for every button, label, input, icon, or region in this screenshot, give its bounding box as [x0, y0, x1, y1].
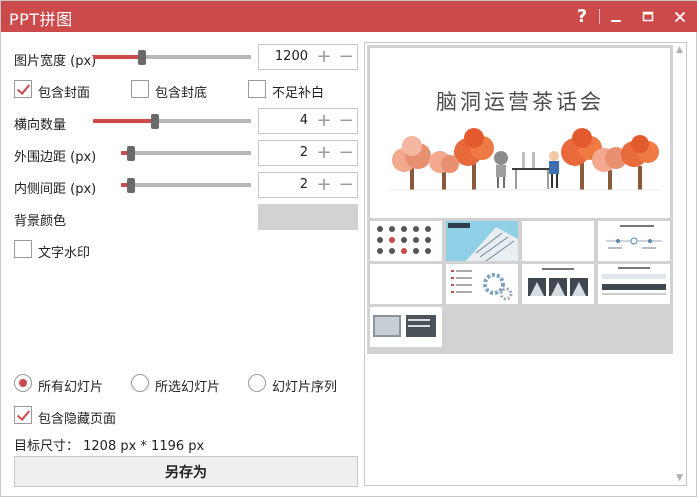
scroll-up-icon[interactable]: ▲: [676, 45, 683, 55]
all-slides-radio[interactable]: [14, 374, 32, 392]
include-back-checkbox[interactable]: [131, 80, 149, 98]
text-watermark-label: 文字水印: [38, 246, 91, 261]
include-back-label: 包含封底: [155, 86, 208, 101]
close-button[interactable]: [665, 1, 695, 32]
image-width-value[interactable]: 1200: [275, 49, 308, 64]
columns-value[interactable]: 4: [300, 113, 308, 128]
inner-spacing-minus-icon[interactable]: −: [337, 176, 355, 194]
scroll-down-icon[interactable]: ▼: [676, 473, 683, 483]
fill-blank-checkbox[interactable]: [248, 80, 266, 98]
columns-minus-icon[interactable]: −: [337, 112, 355, 130]
inner-spacing-stepper[interactable]: 2 + −: [258, 172, 358, 198]
outer-margin-slider[interactable]: [121, 146, 251, 161]
background-color-label: 背景颜色: [14, 214, 67, 229]
target-size-text: 目标尺寸： 1208 px * 1196 px: [14, 439, 205, 454]
columns-slider[interactable]: [93, 114, 251, 129]
slide-thumbnail: [522, 264, 594, 304]
collage-preview: ▲ 脑洞运营茶话会 ▼: [364, 42, 687, 486]
slide-sequence-radio[interactable]: [248, 374, 266, 392]
outer-margin-value[interactable]: 2: [300, 145, 308, 160]
building-photo-slide-preview: [448, 223, 518, 261]
minimize-icon: [611, 19, 621, 22]
titlebar-divider: [599, 9, 600, 24]
triangle-chart-slide-preview: [528, 268, 588, 296]
text-watermark-checkbox[interactable]: [14, 240, 32, 258]
image-width-slider-thumb[interactable]: [137, 50, 146, 65]
help-button[interactable]: ?: [567, 1, 597, 32]
slide-thumbnail: [370, 264, 442, 304]
image-width-stepper[interactable]: 1200 + −: [258, 44, 358, 70]
columns-label: 横向数量: [14, 118, 67, 133]
include-cover-label: 包含封面: [38, 86, 91, 101]
image-width-label: 图片宽度 (px): [14, 54, 97, 69]
outer-margin-label: 外围边距 (px): [14, 150, 97, 165]
image-width-plus-icon[interactable]: +: [315, 48, 333, 66]
slide-thumbnail: [446, 221, 518, 261]
save-as-button[interactable]: 另存为: [14, 456, 358, 487]
minimize-button[interactable]: [601, 1, 631, 32]
title-bar: PPT拼图 ?: [1, 1, 697, 32]
columns-stepper[interactable]: 4 + −: [258, 108, 358, 134]
window-title: PPT拼图: [9, 10, 73, 29]
slide-thumbnail: [598, 264, 670, 304]
close-icon: [674, 11, 686, 22]
inner-spacing-value[interactable]: 2: [300, 177, 308, 192]
ppt-collage-window: PPT拼图 ? 图片宽度 (px) 1200 + − 包含封面 包含封底 不足补…: [0, 0, 697, 497]
columns-slider-thumb[interactable]: [150, 114, 159, 129]
cover-illustration: [390, 128, 660, 191]
outer-margin-slider-thumb[interactable]: [127, 146, 136, 161]
collage-canvas: 脑洞运营茶话会: [367, 45, 673, 354]
include-hidden-checkbox[interactable]: [14, 406, 32, 424]
maximize-icon: [642, 11, 654, 21]
image-width-minus-icon[interactable]: −: [337, 48, 355, 66]
include-hidden-label: 包含隐藏页面: [38, 412, 117, 427]
inner-spacing-label: 内侧间距 (px): [14, 182, 97, 197]
fill-blank-label: 不足补白: [272, 86, 325, 101]
gear-diagram-slide-preview: [451, 270, 513, 301]
maximize-button[interactable]: [633, 1, 663, 32]
image-text-slide-preview: [373, 315, 436, 337]
inner-spacing-slider[interactable]: [121, 178, 251, 193]
selected-slides-label: 所选幻灯片: [155, 380, 221, 395]
slide-thumbnail: [370, 307, 442, 347]
slide-sequence-label: 幻灯片序列: [272, 380, 338, 395]
selected-slides-radio[interactable]: [131, 374, 149, 392]
slide-thumbnail: [446, 264, 518, 304]
columns-plus-icon[interactable]: +: [315, 112, 333, 130]
outer-margin-stepper[interactable]: 2 + −: [258, 140, 358, 166]
slide-thumbnail: [522, 221, 594, 261]
slide-thumbnail: [370, 221, 442, 261]
background-color-swatch[interactable]: [258, 204, 358, 230]
outer-margin-minus-icon[interactable]: −: [337, 144, 355, 162]
outer-margin-plus-icon[interactable]: +: [315, 144, 333, 162]
icon-grid-slide-preview: [377, 226, 431, 254]
inner-spacing-slider-thumb[interactable]: [127, 178, 136, 193]
timeline-slide-preview: [606, 225, 662, 249]
table-slide-preview: [602, 267, 666, 295]
inner-spacing-plus-icon[interactable]: +: [315, 176, 333, 194]
include-cover-checkbox[interactable]: [14, 80, 32, 98]
cover-slide-thumbnail: 脑洞运营茶话会: [370, 48, 670, 218]
slide-thumbnail: [598, 221, 670, 261]
all-slides-label: 所有幻灯片: [38, 380, 104, 395]
image-width-slider[interactable]: [93, 50, 251, 65]
